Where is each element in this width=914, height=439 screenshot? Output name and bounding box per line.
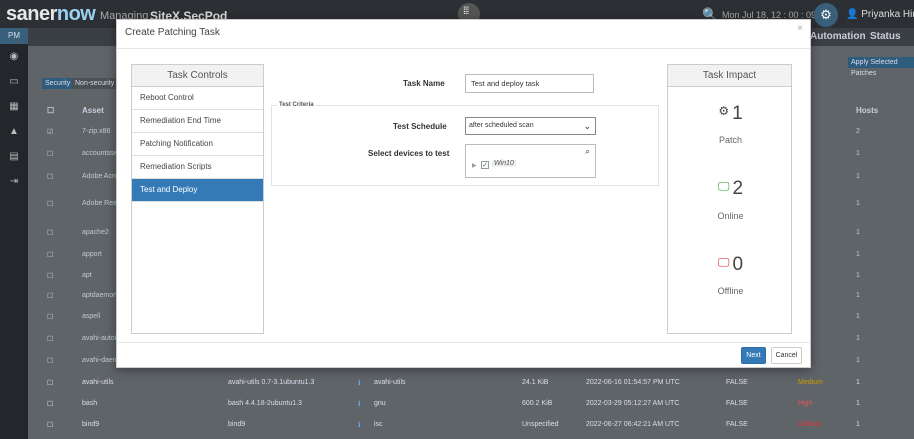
select-devices-label: Select devices to test: [368, 149, 450, 158]
remediation-scripts-item[interactable]: Remediation Scripts: [132, 156, 263, 179]
signout-icon[interactable]: ⇥: [0, 169, 28, 194]
eye-icon[interactable]: ◉: [0, 44, 28, 69]
monitor-offline-icon: 🖵: [717, 255, 730, 269]
table-row[interactable]: ☐ bash bash 4.4.18-2ubuntu1.3 ℹ gnu 600.2…: [38, 392, 914, 414]
info-icon: ℹ: [358, 380, 361, 387]
search-icon[interactable]: ⌕: [585, 146, 590, 157]
calendar-icon[interactable]: ▦: [0, 94, 28, 119]
pm-module-tab[interactable]: PM: [0, 28, 28, 44]
online-label: Online: [717, 211, 744, 221]
col-asset: Asset: [82, 106, 104, 115]
task-controls-heading: Task Controls: [132, 65, 263, 87]
patch-label: Patch: [718, 135, 742, 145]
col-hosts: Hosts: [856, 106, 879, 115]
device-tree: ⌕ ▶ ✓ Win10: [465, 144, 596, 178]
test-schedule-select[interactable]: after scheduled scan ⌄: [465, 117, 596, 135]
info-icon: ℹ: [358, 401, 361, 408]
monitor-online-icon: 🖵: [717, 179, 730, 193]
patch-count: ⚙ 1: [718, 103, 743, 124]
cancel-button[interactable]: Cancel: [771, 347, 802, 364]
task-impact-panel: Task Impact ⚙ 1 Patch 🖵 2 Online 🖵 0 Offlin…: [667, 64, 792, 334]
automation-tab[interactable]: Automation: [810, 31, 866, 42]
remediation-end-time-item[interactable]: Remediation End Time: [132, 110, 263, 133]
dialog-title: Create Patching Task: [125, 27, 220, 38]
device-checkbox[interactable]: ✓: [481, 161, 489, 169]
settings-gear-icon[interactable]: ⚙: [814, 3, 838, 27]
warning-icon[interactable]: ▲: [0, 119, 28, 144]
apply-selected-patches-button[interactable]: Apply Selected Patches: [848, 57, 914, 77]
info-icon: ℹ: [358, 422, 361, 429]
status-tab[interactable]: Status: [870, 31, 901, 42]
security-filter-chip[interactable]: Security: [42, 78, 74, 89]
device-label[interactable]: Win10: [492, 160, 516, 167]
monitor-icon[interactable]: ▭: [0, 69, 28, 94]
header-divider: [117, 48, 810, 49]
chevron-down-icon: ⌄: [583, 121, 591, 131]
left-sidebar: PM ◉ ▭ ▦ ▲ ▤ ⇥: [0, 28, 28, 439]
test-and-deploy-item[interactable]: Test and Deploy: [132, 179, 263, 202]
test-criteria-legend: Test Criteria: [277, 102, 316, 108]
task-name-label: Task Name: [403, 79, 445, 88]
non-security-filter-chip[interactable]: Non-security: [72, 78, 118, 89]
task-controls-panel: Task Controls Reboot Control Remediation…: [131, 64, 264, 334]
user-menu[interactable]: 👤 Priyanka Hirem: [846, 9, 914, 20]
task-impact-heading: Task Impact: [668, 65, 791, 87]
test-schedule-label: Test Schedule: [393, 122, 447, 131]
offline-count: 🖵 0: [717, 254, 744, 275]
next-button[interactable]: Next: [741, 347, 766, 364]
patching-notification-item[interactable]: Patching Notification: [132, 133, 263, 156]
footer-divider: [117, 342, 810, 343]
table-row[interactable]: ☐ avahi-utils avahi-utils 0.7-3.1ubuntu1.…: [38, 371, 914, 393]
offline-label: Offline: [717, 286, 744, 296]
close-icon[interactable]: ×: [797, 23, 803, 34]
expand-arrow-icon[interactable]: ▶: [472, 162, 477, 169]
table-row[interactable]: ☐ bind9 bind9 ℹ isc Unspecified 2022-06-2…: [38, 413, 914, 435]
gear-icon: ⚙: [718, 104, 730, 118]
book-icon[interactable]: ▤: [0, 144, 28, 169]
select-all-checkbox[interactable]: ☐: [47, 106, 54, 115]
online-count: 🖵 2: [717, 178, 744, 199]
reboot-control-item[interactable]: Reboot Control: [132, 87, 263, 110]
create-patching-task-dialog: Create Patching Task × Task Controls Reb…: [116, 19, 811, 368]
sanernow-logo[interactable]: sanernow: [6, 3, 96, 26]
task-name-input[interactable]: Test and deploy task: [465, 74, 594, 93]
